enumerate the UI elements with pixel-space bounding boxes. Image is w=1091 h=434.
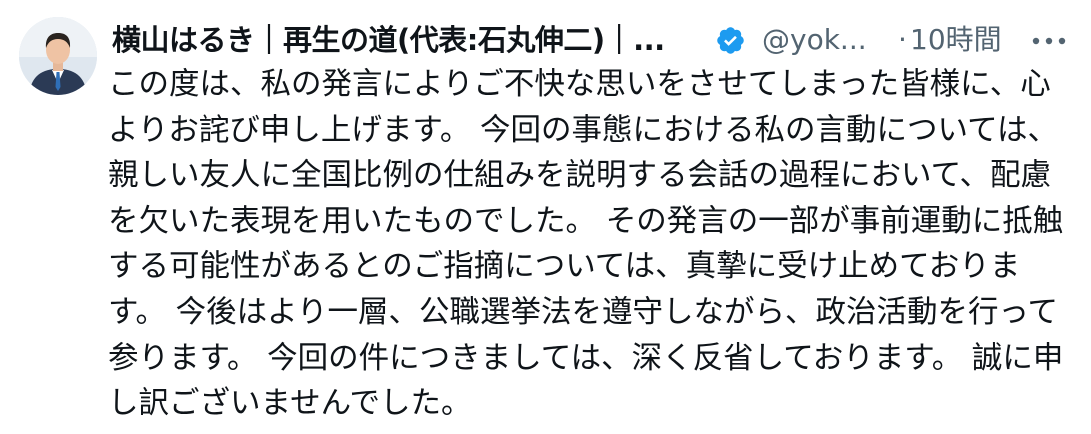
person-avatar-icon [19, 17, 97, 95]
tweet-timestamp[interactable]: 10時間 [910, 18, 1002, 62]
tweet-header: 横山はるき｜再生の道(代表:石丸伸二)｜... @yok... · 10時間 [112, 18, 1072, 62]
avatar[interactable] [19, 17, 97, 95]
tweet-text: この度は、私の発言によりご不快な思いをさせてしまった皆様に、心よりお詫び申し上げ… [108, 67, 1064, 422]
tweet-card: 横山はるき｜再生の道(代表:石丸伸二)｜... @yok... · 10時間 こ… [0, 0, 1091, 434]
author-handle[interactable]: @yok... [762, 18, 867, 62]
more-options-icon[interactable] [1027, 26, 1071, 54]
author-display-name[interactable]: 横山はるき｜再生の道(代表:石丸伸二)｜... [112, 18, 665, 62]
verified-badge-icon[interactable] [715, 25, 746, 56]
meta-separator: · [898, 23, 907, 56]
